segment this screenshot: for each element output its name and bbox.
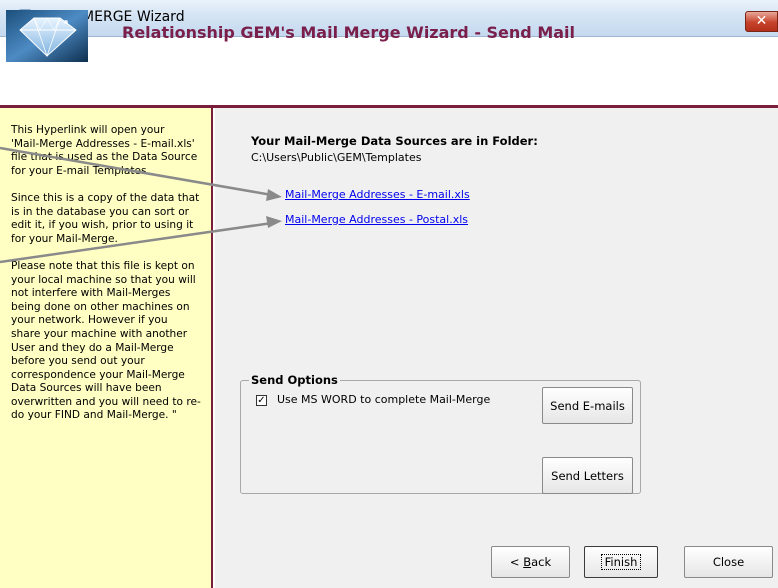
finish-button[interactable]: Finish — [584, 546, 658, 578]
back-accelerator: B — [523, 555, 532, 569]
finish-label: Finish — [600, 554, 642, 570]
email-addresses-link[interactable]: Mail-Merge Addresses - E-mail.xls — [285, 188, 470, 201]
back-prefix: < — [509, 555, 524, 569]
window-close-button[interactable]: ✕ — [745, 11, 778, 32]
data-sources-path: C:\Users\Public\GEM\Templates — [251, 151, 422, 164]
send-options-legend: Send Options — [249, 373, 340, 387]
help-paragraph: This Hyperlink will open your 'Mail-Merg… — [11, 124, 198, 177]
send-letters-button[interactable]: Send Letters — [542, 457, 633, 494]
use-ms-word-label[interactable]: Use MS WORD to complete Mail-Merge — [277, 393, 490, 406]
help-paragraph: Since this is a copy of the data that is… — [11, 191, 200, 245]
page-title: Relationship GEM's Mail Merge Wizard - S… — [122, 23, 576, 42]
diamond-logo — [6, 10, 88, 62]
back-button[interactable]: < Back — [491, 546, 570, 578]
close-button[interactable]: Close — [684, 546, 773, 578]
help-paragraph: Please note that this file is kept on yo… — [11, 259, 201, 422]
close-icon: ✕ — [755, 13, 768, 29]
back-label: ack — [531, 555, 552, 569]
send-emails-button[interactable]: Send E-mails — [542, 387, 633, 424]
data-sources-heading: Your Mail-Merge Data Sources are in Fold… — [251, 134, 538, 148]
postal-addresses-link[interactable]: Mail-Merge Addresses - Postal.xls — [285, 213, 468, 226]
main-panel — [215, 108, 778, 588]
use-ms-word-checkbox[interactable]: ✓ — [256, 395, 267, 406]
header-banner — [0, 37, 778, 108]
help-text: This Hyperlink will open your 'Mail-Merg… — [11, 124, 211, 437]
